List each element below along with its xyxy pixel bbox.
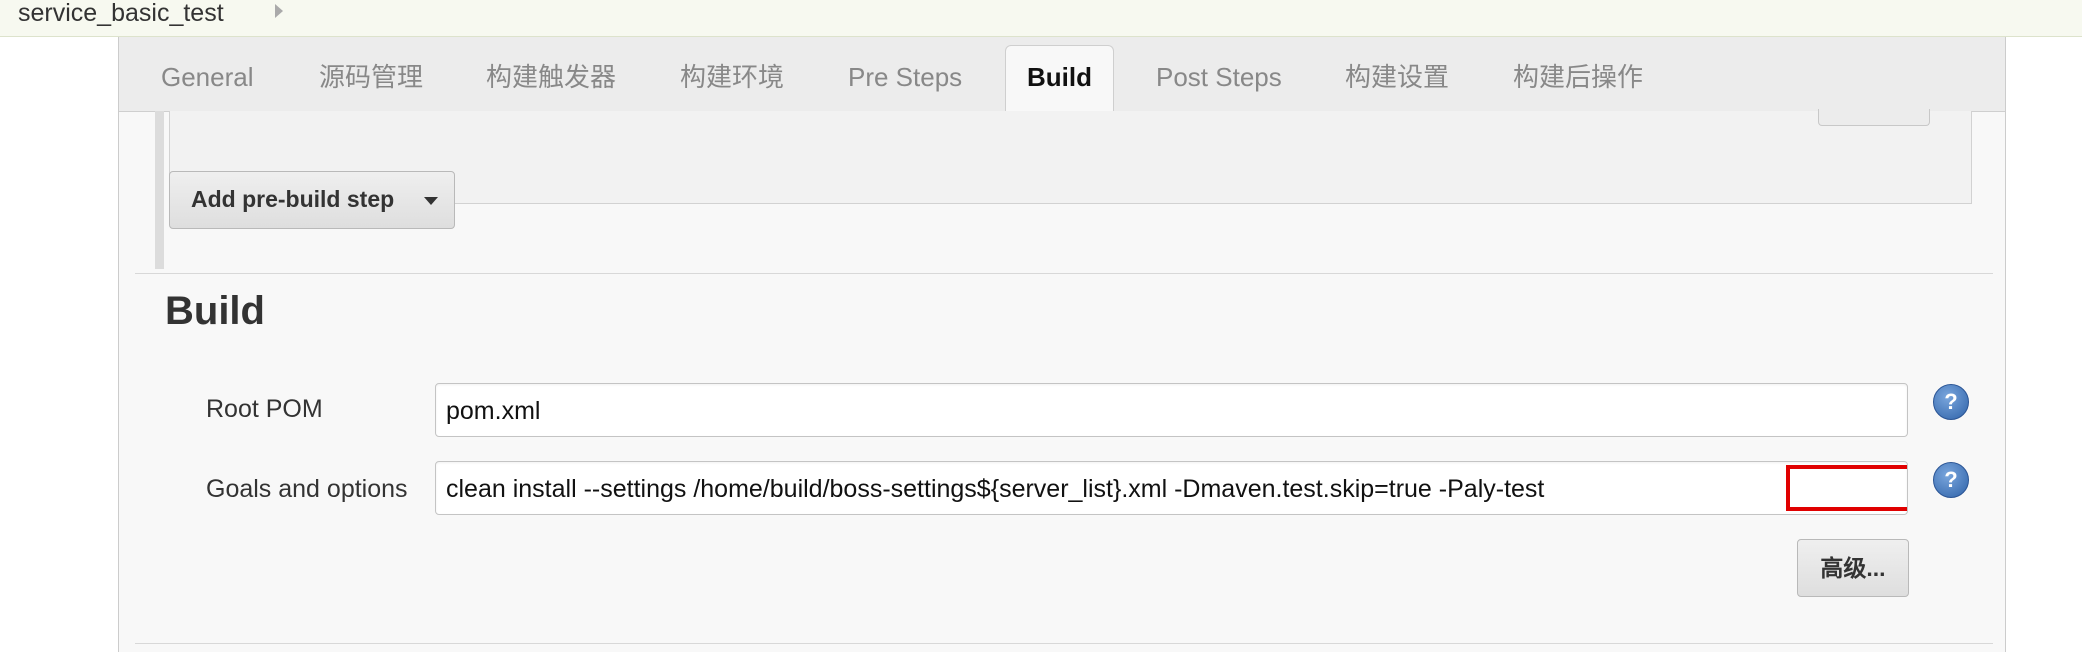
tab-build-settings[interactable]: 构建设置 [1345,37,1449,111]
breadcrumb: service_basic_test [0,0,2082,37]
build-section-title: Build [165,289,265,333]
goals-help-icon[interactable]: ? [1933,462,1969,498]
prebuild-section-stripe [155,111,164,269]
goals-value-highlighted: -Paly-test [1438,475,1545,503]
add-pre-build-step-button[interactable]: Add pre-build step [169,171,455,229]
goals-label: Goals and options [206,475,408,503]
goals-value: clean install --settings /home/build/bos… [446,475,1439,503]
highlight-annotation-box [1786,465,1907,511]
tab-pre-steps[interactable]: Pre Steps [848,37,962,111]
tab-build[interactable]: Build [1005,45,1114,113]
prebuild-step-delete-button[interactable] [1818,109,1930,126]
tab-bar: General 源码管理 构建触发器 构建环境 Pre Steps Build … [119,37,2005,113]
breadcrumb-arrow-icon[interactable] [275,4,283,18]
tab-post-steps[interactable]: Post Steps [1156,37,1282,111]
tab-source-control[interactable]: 源码管理 [319,37,423,111]
root-pom-value: pom.xml [446,397,541,425]
goals-input[interactable]: clean install --settings /home/build/bos… [435,461,1908,515]
breadcrumb-job-link[interactable]: service_basic_test [18,0,224,26]
root-pom-input[interactable]: pom.xml [435,383,1908,437]
tab-general[interactable]: General [161,37,254,111]
tab-post-build-actions[interactable]: 构建后操作 [1513,37,1643,111]
config-panel: General 源码管理 构建触发器 构建环境 Pre Steps Build … [118,37,2006,652]
root-pom-label: Root POM [206,395,323,423]
tab-build-environment[interactable]: 构建环境 [680,37,784,111]
section-divider-bottom [135,643,1993,644]
caret-down-icon [424,197,438,205]
add-pre-build-step-label: Add pre-build step [191,186,395,212]
tab-build-triggers[interactable]: 构建触发器 [486,37,616,111]
root-pom-help-icon[interactable]: ? [1933,384,1969,420]
section-divider [135,273,1993,274]
advanced-button[interactable]: 高级... [1797,539,1909,597]
